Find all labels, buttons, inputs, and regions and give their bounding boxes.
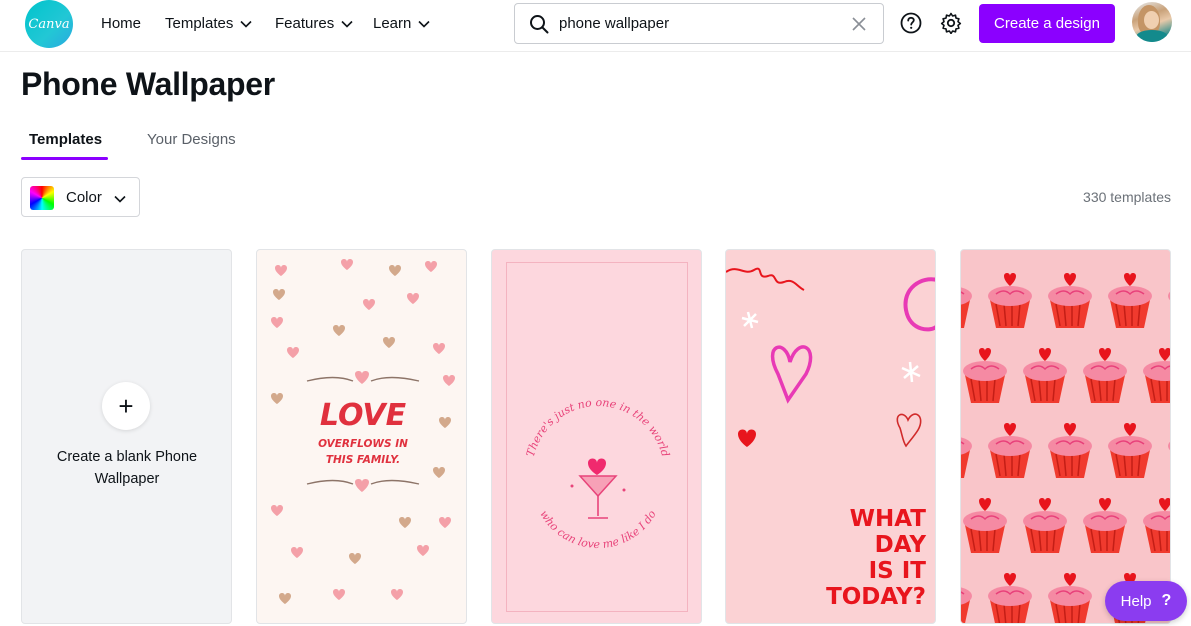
cupcake-pattern	[961, 273, 1170, 623]
active-tab-indicator	[21, 157, 108, 160]
clear-icon[interactable]	[851, 16, 867, 37]
help-circle-icon[interactable]	[899, 11, 923, 35]
question-icon: ?	[1161, 592, 1172, 609]
svg-text:LOVE: LOVE	[320, 398, 407, 433]
create-design-button[interactable]: Create a design	[979, 4, 1115, 43]
chevron-down-icon	[240, 15, 252, 32]
template-card-cocktail[interactable]: There's just no one in the world who can…	[491, 249, 702, 624]
tab-templates[interactable]: Templates	[29, 131, 102, 148]
svg-text:WHAT: WHAT	[850, 506, 927, 532]
nav-learn[interactable]: Learn	[373, 0, 430, 46]
color-filter-dropdown[interactable]: Color	[21, 177, 140, 217]
help-button[interactable]: Help ?	[1105, 581, 1187, 621]
hearts-pattern: LOVE OVERFLOWS IN THIS FAMILY.	[271, 259, 455, 604]
svg-text:DAY: DAY	[875, 532, 927, 558]
chevron-down-icon	[418, 15, 430, 32]
canva-logo[interactable]: Canva	[25, 0, 73, 48]
color-filter-label: Color	[66, 189, 102, 206]
blank-card-label: Create a blank Phone Wallpaper	[56, 449, 198, 487]
template-card-cupcakes[interactable]	[960, 249, 1171, 624]
avatar[interactable]	[1132, 2, 1172, 42]
template-card-what-day[interactable]: WHAT DAY IS IT TODAY?	[725, 249, 936, 624]
color-wheel-icon	[30, 186, 54, 210]
svg-text:TODAY?: TODAY?	[826, 584, 926, 610]
nav-features[interactable]: Features	[275, 0, 353, 46]
page-title: Phone Wallpaper	[21, 66, 275, 102]
nav-templates[interactable]: Templates	[165, 0, 252, 46]
search-icon	[529, 14, 549, 39]
search-box[interactable]: phone wallpaper	[514, 3, 884, 44]
scribble-illustration: WHAT DAY IS IT TODAY?	[726, 267, 935, 610]
chevron-down-icon	[341, 15, 353, 32]
svg-text:IS IT: IS IT	[869, 558, 927, 584]
svg-text:THIS FAMILY.: THIS FAMILY.	[326, 454, 400, 466]
blank-design-card[interactable]: + Create a blank Phone Wallpaper	[21, 249, 232, 624]
nav-home[interactable]: Home	[101, 0, 141, 46]
search-input[interactable]: phone wallpaper	[559, 15, 669, 32]
gear-icon[interactable]	[939, 11, 963, 35]
tab-your-designs[interactable]: Your Designs	[147, 131, 236, 148]
chevron-down-icon	[114, 190, 126, 208]
template-count: 330 templates	[1083, 189, 1171, 205]
template-card-love[interactable]: LOVE OVERFLOWS IN THIS FAMILY.	[256, 249, 467, 624]
plus-icon[interactable]: +	[102, 382, 150, 430]
svg-text:OVERFLOWS IN: OVERFLOWS IN	[318, 438, 408, 450]
top-bar: Canva Home Templates Features Learn phon…	[0, 0, 1191, 52]
